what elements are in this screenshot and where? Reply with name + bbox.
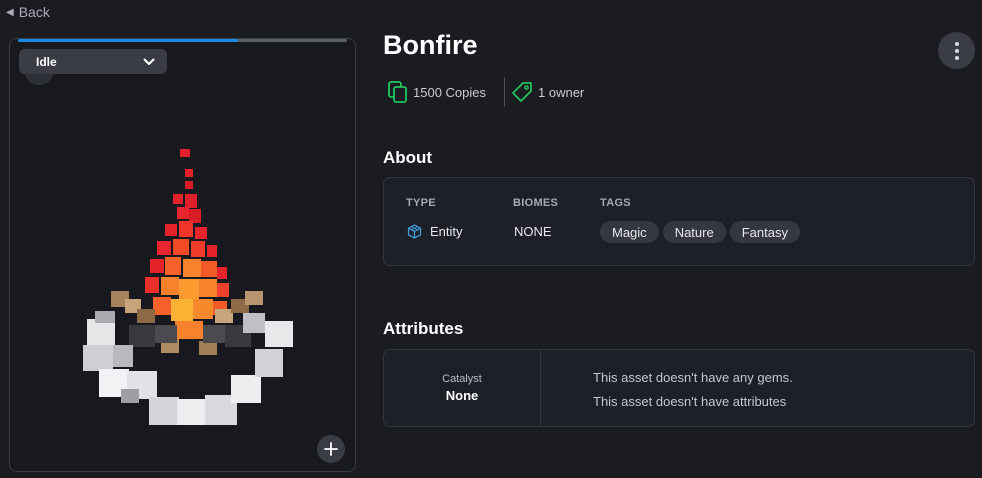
type-header: TYPE bbox=[406, 197, 436, 209]
stats-divider bbox=[504, 77, 505, 107]
owners-count: 1 owner bbox=[538, 84, 585, 100]
chevron-down-icon bbox=[143, 58, 155, 65]
type-value: Entity bbox=[407, 224, 463, 239]
model-viewer[interactable]: Idle bbox=[9, 38, 356, 472]
tags-header: TAGS bbox=[600, 197, 631, 209]
attributes-heading: Attributes bbox=[383, 319, 464, 338]
plus-icon bbox=[324, 442, 338, 456]
biomes-header: BIOMES bbox=[513, 197, 559, 209]
bonfire-voxel-model bbox=[83, 149, 293, 425]
more-vertical-icon bbox=[954, 41, 959, 60]
animation-select[interactable]: Idle bbox=[19, 49, 167, 74]
copies-count: 1500 Copies bbox=[413, 84, 486, 100]
back-link[interactable]: ◀ Back bbox=[6, 4, 50, 20]
more-options-button[interactable] bbox=[938, 32, 975, 69]
animation-progress-fill bbox=[18, 39, 239, 42]
tag-list: Magic Nature Fantasy bbox=[600, 221, 800, 243]
attributes-card: Catalyst None This asset doesn't have an… bbox=[383, 349, 975, 427]
biomes-value: NONE bbox=[514, 224, 552, 239]
attributes-message: This asset doesn't have attributes bbox=[593, 394, 787, 409]
chevron-left-icon: ◀ bbox=[6, 6, 14, 18]
animation-select-value: Idle bbox=[36, 54, 57, 69]
catalyst-value: None bbox=[445, 388, 479, 403]
back-label: Back bbox=[18, 4, 50, 20]
asset-stats: 1500 Copies 1 owner bbox=[388, 77, 584, 107]
tag-chip-magic[interactable]: Magic bbox=[600, 221, 659, 243]
tag-chip-fantasy[interactable]: Fantasy bbox=[729, 221, 800, 243]
animation-progress-bar[interactable] bbox=[18, 39, 347, 42]
cube-icon bbox=[407, 224, 422, 239]
catalyst-label: Catalyst bbox=[442, 373, 482, 385]
asset-title: Bonfire bbox=[383, 30, 478, 60]
about-heading: About bbox=[383, 148, 433, 167]
catalyst-cell: Catalyst None bbox=[384, 350, 541, 426]
about-card: TYPE Entity BIOMES NONE TAGS Magic Natur… bbox=[383, 177, 975, 266]
gems-message: This asset doesn't have any gems. bbox=[593, 370, 793, 385]
tag-icon bbox=[512, 82, 532, 102]
add-button[interactable] bbox=[317, 435, 345, 463]
copies-icon bbox=[388, 81, 407, 103]
copies-stat: 1500 Copies bbox=[388, 81, 486, 103]
type-value-text: Entity bbox=[430, 224, 463, 239]
tag-chip-nature[interactable]: Nature bbox=[662, 221, 726, 243]
owners-stat[interactable]: 1 owner bbox=[512, 82, 584, 102]
